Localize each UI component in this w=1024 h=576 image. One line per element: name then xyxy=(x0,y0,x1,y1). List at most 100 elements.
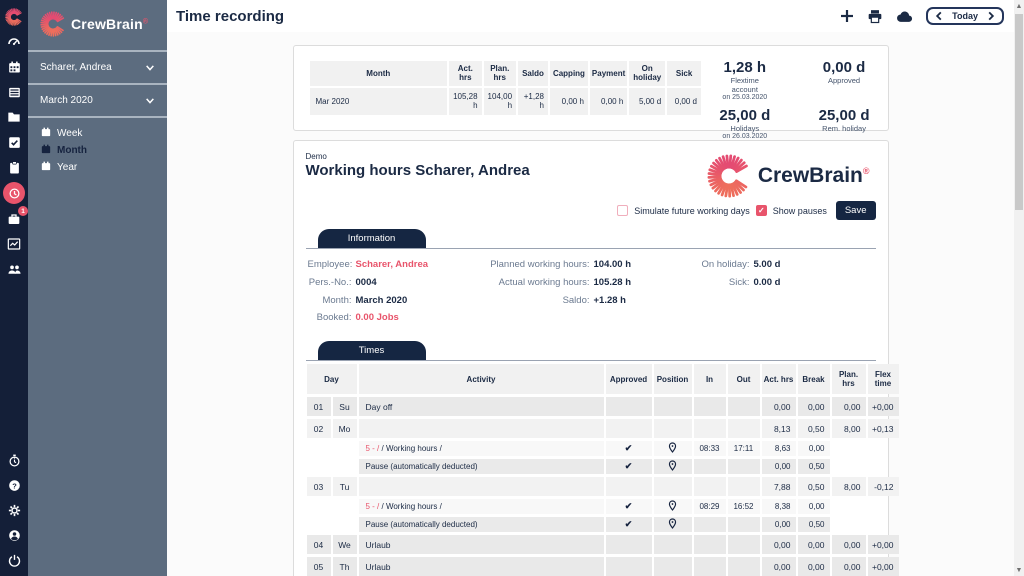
break-cell: 0,50 xyxy=(798,517,830,532)
out-cell xyxy=(728,517,760,532)
settings-icon[interactable] xyxy=(3,500,25,520)
table-row: 05ThUrlaub0,000,000,00+0,00 xyxy=(307,557,899,576)
today-button[interactable]: Today xyxy=(952,11,978,21)
today-pager: Today xyxy=(926,7,1004,25)
table-row: Pause (automatically deducted) ✔ 0,000,50 xyxy=(307,517,899,532)
crewbrain-logo-icon[interactable] xyxy=(3,7,25,27)
sidebar-view-month[interactable]: Month xyxy=(41,144,167,157)
plan-hrs-cell: 0,00 xyxy=(832,557,866,576)
scrollbar-thumb[interactable] xyxy=(1015,14,1023,210)
divider xyxy=(28,50,167,52)
table-row: 01SuDay off0,000,000,00+0,00 xyxy=(307,397,899,416)
approved-check-icon: ✔ xyxy=(625,443,633,453)
plan-hrs-cell: 0,00 xyxy=(832,397,866,416)
page-title: Time recording xyxy=(176,8,284,25)
save-button[interactable]: Save xyxy=(836,201,876,220)
position-pin-icon xyxy=(668,522,677,531)
simulate-checkbox[interactable] xyxy=(617,205,628,216)
crew-icon[interactable] xyxy=(3,259,25,279)
calendar-small-icon xyxy=(41,161,51,174)
add-icon[interactable] xyxy=(840,9,854,23)
calendar-icon[interactable] xyxy=(3,57,25,77)
act-hrs-cell: 8,38 xyxy=(762,499,796,514)
stopwatch-icon[interactable] xyxy=(3,450,25,470)
tab-times[interactable]: Times xyxy=(318,341,426,360)
in-cell: 08:33 xyxy=(694,441,726,456)
info-column: Employee:Scharer, AndreaPers.-No.:0004Mo… xyxy=(308,259,486,325)
chevron-right-icon[interactable] xyxy=(987,11,995,21)
info-column: On holiday:5.00 dSick:0.00 d xyxy=(694,259,854,325)
activity-cell: 5 - / / Working hours / xyxy=(359,499,604,514)
scroll-up-arrow[interactable]: ▲ xyxy=(1014,0,1024,12)
information-tab-row: Information xyxy=(306,229,876,249)
activity-cell: Urlaub xyxy=(359,535,604,554)
approved-check-icon: ✔ xyxy=(625,461,633,471)
crewbrain-logo: CrewBrain® xyxy=(707,152,876,198)
position-cell xyxy=(654,499,692,514)
act-hrs-cell: 8,63 xyxy=(762,441,796,456)
table-row: Pause (automatically deducted) ✔ 0,000,50 xyxy=(307,459,899,474)
employee-select[interactable]: Scharer, Andrea xyxy=(28,52,167,83)
info-row: Employee:Scharer, Andrea xyxy=(308,259,486,272)
break-cell: 0,50 xyxy=(798,459,830,474)
activity-cell xyxy=(359,419,604,438)
time-recording-icon[interactable] xyxy=(3,182,25,204)
month-summary-table: MonthAct. hrsPlan. hrsSaldoCappingPaymen… xyxy=(308,59,704,117)
approved-cell: ✔ xyxy=(606,517,652,532)
brand-text: CrewBrain® xyxy=(758,164,870,188)
clipboard-icon[interactable] xyxy=(3,157,25,177)
day-number-cell: 02 xyxy=(307,419,331,438)
folder-icon[interactable] xyxy=(3,107,25,127)
break-cell: 0,00 xyxy=(798,397,830,416)
approved-check-icon: ✔ xyxy=(625,519,633,529)
approved-cell: ✔ xyxy=(606,499,652,514)
tab-information[interactable]: Information xyxy=(318,229,426,248)
sidebar-logo: CrewBrain® xyxy=(28,0,167,50)
act-hrs-cell: 8,13 xyxy=(762,419,796,438)
table-row: 04WeUrlaub0,000,000,00+0,00 xyxy=(307,535,899,554)
plan-hrs-cell: 0,00 xyxy=(832,535,866,554)
flex-time-cell: +0,00 xyxy=(868,535,899,554)
company-label: Demo xyxy=(306,152,530,161)
month-select[interactable]: March 2020 xyxy=(28,85,167,116)
logout-icon[interactable] xyxy=(3,550,25,570)
act-hrs-cell: 0,00 xyxy=(762,397,796,416)
tasks-icon[interactable] xyxy=(3,132,25,152)
day-number-cell: 04 xyxy=(307,535,331,554)
chevron-left-icon[interactable] xyxy=(935,11,943,21)
print-icon[interactable] xyxy=(867,9,883,24)
content-area: MonthAct. hrsPlan. hrsSaldoCappingPaymen… xyxy=(167,32,1014,576)
act-hrs-cell: 0,00 xyxy=(762,517,796,532)
break-cell: 0,00 xyxy=(798,535,830,554)
table-row: 02Mo8,130,508,00+0,13 xyxy=(307,419,899,438)
act-hrs-cell: 0,00 xyxy=(762,459,796,474)
activity-cell: Pause (automatically deducted) xyxy=(359,517,604,532)
activity-cell: Urlaub xyxy=(359,557,604,576)
day-name-cell: We xyxy=(333,535,357,554)
divider xyxy=(28,116,167,118)
jobs-icon[interactable]: 1 xyxy=(3,209,25,229)
position-cell xyxy=(654,517,692,532)
statistics-icon[interactable] xyxy=(3,234,25,254)
day-number-cell: 03 xyxy=(307,477,331,496)
account-icon[interactable] xyxy=(3,525,25,545)
act-hrs-cell: 7,88 xyxy=(762,477,796,496)
sidebar-view-year[interactable]: Year xyxy=(41,161,167,174)
stat-approved: 0,00 d Approved xyxy=(819,60,870,101)
registered-mark: ® xyxy=(863,166,870,176)
employee-select-value: Scharer, Andrea xyxy=(40,62,112,73)
day-number-cell: 01 xyxy=(307,397,331,416)
scroll-down-arrow[interactable]: ▼ xyxy=(1014,564,1024,576)
cloud-icon[interactable] xyxy=(896,10,913,23)
sidebar-view-week[interactable]: Week xyxy=(41,127,167,140)
day-name-cell: Mo xyxy=(333,419,357,438)
list-icon[interactable] xyxy=(3,82,25,102)
show-pauses-checkbox[interactable] xyxy=(756,205,767,216)
activity-cell xyxy=(359,477,604,496)
out-cell: 16:52 xyxy=(728,499,760,514)
help-icon[interactable]: ? xyxy=(3,475,25,495)
plan-hrs-cell: 8,00 xyxy=(832,419,866,438)
plan-hrs-cell: 8,00 xyxy=(832,477,866,496)
dashboard-icon[interactable] xyxy=(3,32,25,52)
activity-cell: Pause (automatically deducted) xyxy=(359,459,604,474)
